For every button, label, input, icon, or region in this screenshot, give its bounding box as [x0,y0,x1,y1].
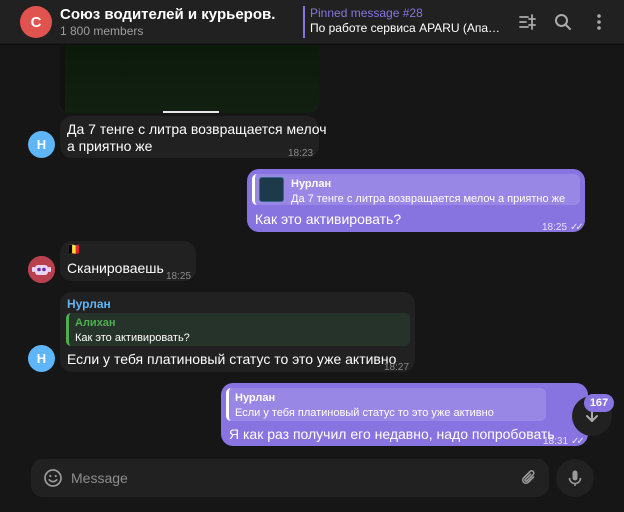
message-text: Я как раз получил его недавно, надо попр… [229,426,555,442]
reply-name: Нурлан [291,178,332,190]
emoji-icon[interactable] [43,468,63,493]
reply-preview[interactable]: Алихан Как это активировать? [66,313,410,346]
member-count: 1 800 members [60,24,144,38]
more-icon[interactable] [587,10,611,34]
pinned-message[interactable]: Pinned message #28 По работе сервиса APA… [303,6,503,38]
message-input[interactable] [71,468,501,488]
message-incoming[interactable]: 🇧🇪 Сканироваешь 18:25 [60,241,196,282]
message-time: 18:27 [384,362,410,373]
pinned-title: Pinned message #28 [310,6,423,20]
message-composer [31,459,549,497]
message-time: 18:25 ✓✓ [542,222,584,233]
reply-name: Алихан [75,317,116,329]
search-icon[interactable] [551,10,575,34]
reply-thumbnail [259,177,284,202]
read-ticks-icon: ✓✓ [571,436,585,447]
filter-icon[interactable] [515,10,539,34]
chat-header: С Союз водителей и курьеров. 1 800 membe… [0,0,624,44]
message-outgoing[interactable]: Нурлан Если у тебя платиновый статус то … [221,383,588,447]
reply-name: Нурлан [235,392,276,404]
reply-preview[interactable]: Нурлан Если у тебя платиновый статус то … [226,388,546,421]
message-text: а приятно же [67,138,153,154]
sender-flag: 🇧🇪 [67,244,81,256]
media-progress [163,111,219,113]
microphone-button[interactable] [556,459,594,497]
read-ticks-icon: ✓✓ [570,222,584,233]
message-text: Если у тебя платиновый статус то это уже… [67,351,397,367]
media-image [65,45,319,113]
sender-name: Нурлан [67,297,111,311]
pinned-text: По работе сервиса APARU (АпаруТ... [310,21,503,35]
chat-avatar[interactable]: С [20,6,52,38]
message-outgoing[interactable]: Нурлан Да 7 тенге с литра возвращается м… [247,169,585,233]
microphone-icon [568,470,582,486]
message-time: 18:25 [166,271,192,282]
reply-text: Да 7 тенге с литра возвращается мелоч а … [291,193,566,205]
reply-text: Как это активировать? [75,332,190,344]
attach-icon[interactable] [519,468,539,493]
media-preview[interactable] [60,45,319,113]
message-text: Как это активировать? [255,211,402,227]
message-text: Сканироваешь [67,260,164,276]
unread-count-badge: 167 [584,394,614,412]
reply-preview[interactable]: Нурлан Да 7 тенге с литра возвращается м… [252,174,580,205]
message-incoming[interactable]: Нурлан Алихан Как это активировать? Если… [60,292,415,373]
message-time: 18:23 [288,148,314,159]
chat-title[interactable]: Союз водителей и курьеров. [60,6,275,23]
avatar[interactable]: Н [28,131,55,158]
message-incoming[interactable]: Да 7 тенге с литра возвращается мелоч а … [60,116,327,159]
message-time: 18:31 ✓✓ [543,436,585,447]
robot-avatar-icon [28,256,55,283]
avatar[interactable] [28,256,55,283]
reply-text: Если у тебя платиновый статус то это уже… [235,407,494,419]
avatar[interactable]: Н [28,345,55,372]
